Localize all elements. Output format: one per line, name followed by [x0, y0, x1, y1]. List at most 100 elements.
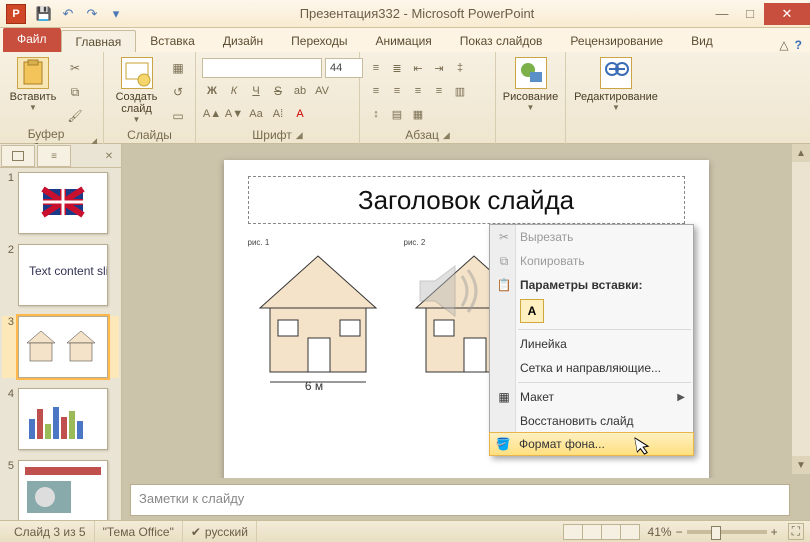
normal-view-button[interactable]	[563, 524, 583, 540]
grow-font-button[interactable]: A▲	[202, 104, 222, 124]
minimize-ribbon-icon[interactable]: △	[779, 38, 788, 52]
font-dialog-launcher[interactable]: ◢	[296, 130, 303, 141]
context-menu: ✂Вырезать ⧉Копировать 📋Параметры вставки…	[489, 224, 694, 456]
ctx-cut[interactable]: ✂Вырезать	[490, 225, 693, 249]
fit-to-window-button[interactable]: ⛶	[788, 523, 804, 540]
cut-icon[interactable]: ✂	[64, 57, 86, 79]
language-button[interactable]: ✔русский	[183, 521, 257, 542]
text-direction-button[interactable]: ↕	[366, 104, 386, 124]
slideshow-view-button[interactable]	[620, 524, 640, 540]
tab-transitions[interactable]: Переходы	[277, 30, 361, 52]
zoom-slider[interactable]	[687, 530, 767, 534]
tab-animation[interactable]: Анимация	[361, 30, 445, 52]
tab-view[interactable]: Вид	[677, 30, 727, 52]
thumbnail-5[interactable]: 5	[2, 460, 119, 520]
help-icon[interactable]: ?	[795, 38, 802, 52]
shapes-icon	[515, 57, 547, 89]
editing-button[interactable]: Редактирование ▼	[572, 55, 660, 112]
thumbnail-list[interactable]: 1 2Text content slide preview text 3 4 5	[0, 168, 121, 520]
ctx-paste-options: А	[490, 297, 693, 327]
strike-button[interactable]: S	[268, 81, 288, 101]
reset-icon[interactable]: ↺	[167, 81, 189, 103]
italic-button[interactable]: К	[224, 81, 244, 101]
maximize-button[interactable]: □	[736, 3, 764, 25]
thumbnail-2[interactable]: 2Text content slide preview text	[2, 244, 119, 306]
zoom-out-button[interactable]: −	[676, 525, 683, 539]
thumbnail-1[interactable]: 1	[2, 172, 119, 234]
layout-icon[interactable]: ▦	[167, 57, 189, 79]
ctx-ruler[interactable]: Линейка	[490, 332, 693, 356]
align-left-button[interactable]: ≡	[366, 81, 386, 101]
zoom-in-button[interactable]: +	[771, 525, 778, 539]
thumbnail-3[interactable]: 3	[2, 316, 119, 378]
drawing-button[interactable]: Рисование ▼	[502, 55, 559, 112]
bullets-button[interactable]: ≡	[366, 58, 386, 78]
scroll-up-icon[interactable]: ▲	[792, 144, 810, 162]
font-size-combo[interactable]: 44	[325, 58, 363, 78]
title-placeholder[interactable]: Заголовок слайда	[248, 176, 685, 224]
ctx-layout[interactable]: ▦Макет▶	[490, 385, 693, 409]
notes-pane[interactable]: Заметки к слайду	[130, 484, 790, 516]
minimize-button[interactable]: —	[708, 3, 736, 25]
ctx-copy[interactable]: ⧉Копировать	[490, 249, 693, 273]
thumbnail-4[interactable]: 4	[2, 388, 119, 450]
change-case-button[interactable]: A⁞	[268, 104, 288, 124]
undo-icon[interactable]: ↶	[58, 4, 78, 24]
decrease-indent-button[interactable]: ⇤	[408, 58, 428, 78]
sorter-view-button[interactable]	[582, 524, 602, 540]
align-right-button[interactable]: ≡	[408, 81, 428, 101]
paste-keep-text-button[interactable]: А	[520, 299, 544, 323]
underline-button[interactable]: Ч	[246, 81, 266, 101]
ctx-paste-options-header: 📋Параметры вставки:	[490, 273, 693, 297]
increase-indent-button[interactable]: ⇥	[429, 58, 449, 78]
align-text-button[interactable]: ▤	[387, 104, 407, 124]
convert-smartart-button[interactable]: ▦	[408, 104, 428, 124]
spacing-button[interactable]: AV	[312, 81, 332, 101]
tab-home[interactable]: Главная	[61, 30, 137, 52]
paragraph-dialog-launcher[interactable]: ◢	[443, 130, 450, 141]
outline-tab[interactable]: ≡	[37, 145, 71, 167]
paste-button[interactable]: Вставить ▼	[6, 55, 60, 112]
bold-button[interactable]: Ж	[202, 81, 222, 101]
ctx-reset-slide[interactable]: Восстановить слайд	[490, 409, 693, 433]
ctx-format-background[interactable]: 🪣Формат фона...	[489, 432, 694, 456]
close-button[interactable]: ✕	[764, 3, 810, 25]
section-icon[interactable]: ▭	[167, 105, 189, 127]
clear-format-button[interactable]: Aa	[246, 104, 266, 124]
thumbnails-tab[interactable]	[1, 145, 35, 167]
tab-file[interactable]: Файл	[3, 28, 61, 52]
audio-icon[interactable]	[410, 256, 490, 326]
tab-review[interactable]: Рецензирование	[556, 30, 677, 52]
copy-icon[interactable]: ⧉	[64, 81, 86, 103]
redo-icon[interactable]: ↷	[82, 4, 102, 24]
line-spacing-button[interactable]: ‡	[450, 58, 470, 78]
shrink-font-button[interactable]: A▼	[224, 104, 244, 124]
numbering-button[interactable]: ≣	[387, 58, 407, 78]
ctx-grid[interactable]: Сетка и направляющие...	[490, 356, 693, 380]
vertical-scrollbar[interactable]: ▲ ▼	[792, 144, 810, 474]
qat-dropdown-icon[interactable]: ▾	[106, 4, 126, 24]
find-icon	[600, 57, 632, 89]
scroll-down-icon[interactable]: ▼	[792, 456, 810, 474]
reading-view-button[interactable]	[601, 524, 621, 540]
tab-design[interactable]: Дизайн	[209, 30, 277, 52]
new-slide-label: Создать слайд	[116, 91, 158, 115]
columns-button[interactable]: ▥	[450, 81, 470, 101]
slides-group-label: Слайды	[127, 128, 172, 142]
new-slide-button[interactable]: Создать слайд ▼	[110, 55, 163, 124]
format-painter-icon[interactable]: 🖌	[64, 105, 86, 127]
shadow-button[interactable]: ab	[290, 81, 310, 101]
ribbon: Вставить ▼ ✂ ⧉ 🖌 Буфер обмена◢ Создать с…	[0, 52, 810, 144]
zoom-label[interactable]: 41%	[648, 525, 672, 539]
format-background-icon: 🪣	[493, 434, 513, 454]
justify-button[interactable]: ≡	[429, 81, 449, 101]
font-color-button[interactable]: A	[290, 104, 310, 124]
save-icon[interactable]: 💾	[34, 4, 54, 24]
caption-right: рис. 2	[404, 238, 426, 247]
drawing-label: Рисование	[503, 91, 558, 103]
font-family-combo[interactable]	[202, 58, 322, 78]
tab-slideshow[interactable]: Показ слайдов	[446, 30, 557, 52]
tab-insert[interactable]: Вставка	[136, 30, 209, 52]
close-pane-icon[interactable]: ✕	[98, 145, 120, 167]
align-center-button[interactable]: ≡	[387, 81, 407, 101]
